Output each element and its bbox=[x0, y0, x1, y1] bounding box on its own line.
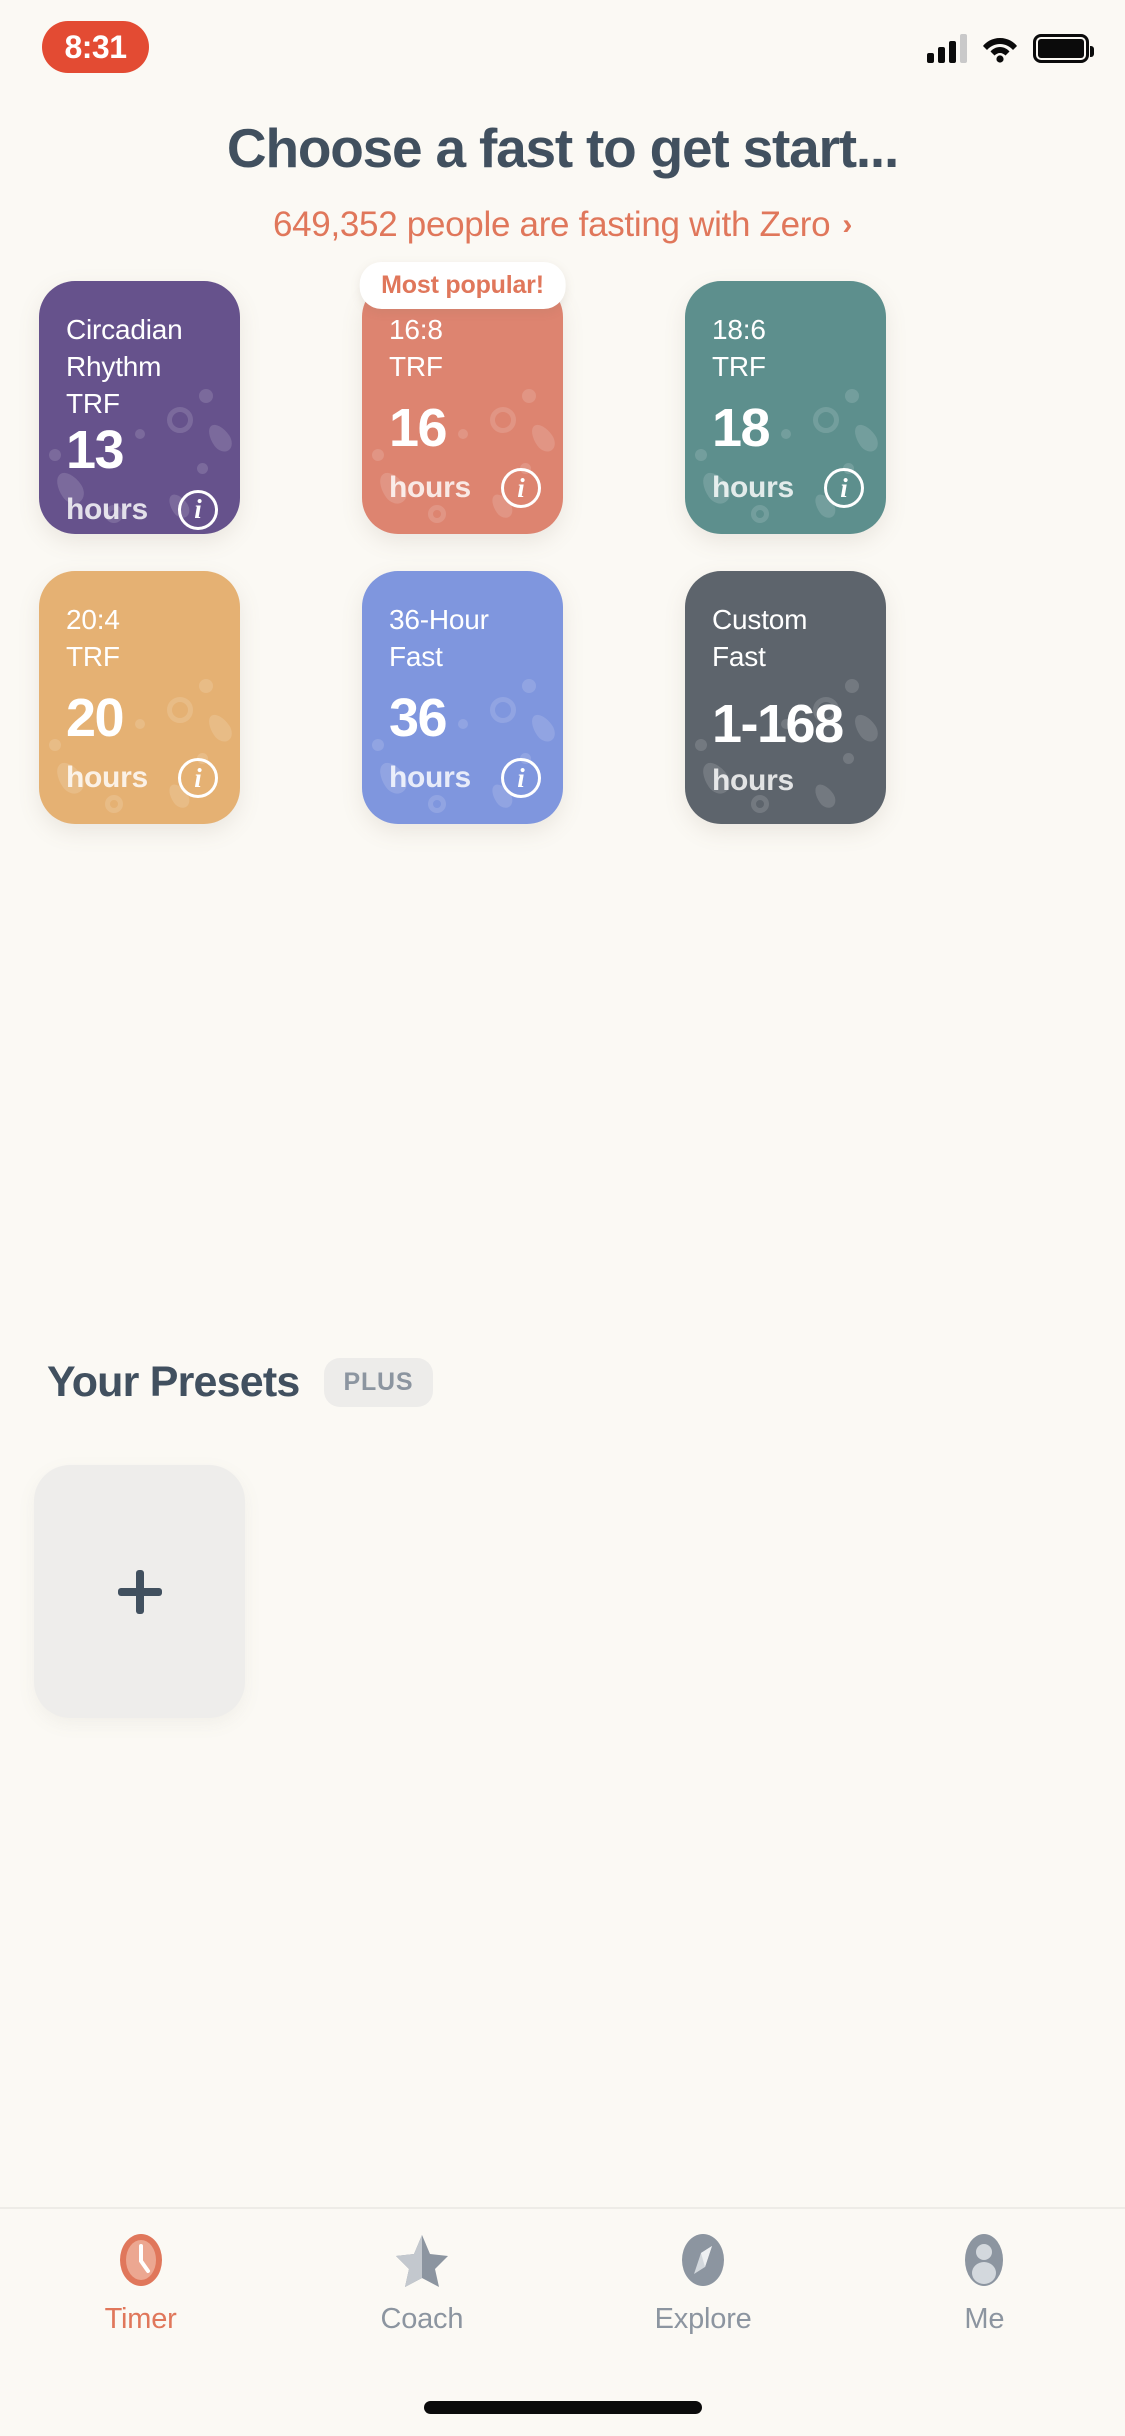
fast-card-title: Custom Fast bbox=[712, 602, 864, 676]
fast-card-title-line1: 16:8 bbox=[389, 314, 443, 345]
fast-card-title-line1: Custom bbox=[712, 604, 808, 635]
fasting-community-link[interactable]: 649,352 people are fasting with Zero › bbox=[273, 205, 852, 245]
fast-card-title-line2: TRF bbox=[389, 350, 443, 382]
fast-card-title: 20:4 TRF bbox=[66, 602, 218, 676]
info-icon[interactable]: i bbox=[501, 758, 541, 798]
person-icon bbox=[955, 2231, 1013, 2289]
fast-card-unit: hours bbox=[66, 761, 148, 794]
fast-card-title-line1: 20:4 bbox=[66, 604, 120, 635]
fast-card-title-line2: Rhythm TRF bbox=[66, 350, 162, 419]
fast-card-duration: 13 bbox=[66, 419, 125, 480]
fast-card-18-6-trf[interactable]: 18:6 TRF 18 hours i bbox=[685, 281, 886, 534]
page-header: Choose a fast to get start... 649,352 pe… bbox=[0, 118, 1125, 245]
tab-coach[interactable]: Coach bbox=[281, 2209, 562, 2369]
info-icon[interactable]: i bbox=[824, 468, 864, 508]
page-title: Choose a fast to get start... bbox=[226, 117, 899, 179]
fast-card-circadian-rhythm-trf[interactable]: Circadian Rhythm TRF 13 hours i bbox=[39, 281, 240, 534]
tab-timer-label: Timer bbox=[104, 2303, 177, 2335]
fast-card-wrapper: 18:6 TRF 18 hours i bbox=[685, 281, 886, 534]
fast-card-title: 16:8 TRF bbox=[389, 312, 541, 386]
fast-card-title-line1: 36-Hour bbox=[389, 604, 489, 635]
home-indicator bbox=[423, 2401, 702, 2414]
fast-card-duration: 16 bbox=[389, 398, 448, 458]
compass-icon bbox=[674, 2231, 732, 2289]
fast-card-title-line2: Fast bbox=[712, 640, 766, 672]
info-icon[interactable]: i bbox=[501, 468, 541, 508]
fast-card-16-8-trf[interactable]: 16:8 TRF 16 hours i bbox=[362, 281, 563, 534]
fast-card-title-line2: Fast bbox=[389, 640, 443, 672]
plus-icon bbox=[117, 1569, 162, 1614]
tab-me-label: Me bbox=[964, 2303, 1005, 2335]
fast-card-unit: hours bbox=[712, 764, 794, 797]
fast-card-20-4-trf[interactable]: 20:4 TRF 20 hours i bbox=[39, 571, 240, 824]
status-time: 8:31 bbox=[64, 28, 127, 65]
plus-badge: PLUS bbox=[323, 1358, 434, 1407]
info-icon[interactable]: i bbox=[178, 758, 218, 798]
fast-card-custom-fast[interactable]: Custom Fast 1-168 hours bbox=[685, 571, 886, 824]
fast-card-duration: 18 bbox=[712, 398, 771, 458]
fast-card-duration: 36 bbox=[389, 688, 448, 748]
presets-title: Your Presets bbox=[47, 1358, 300, 1406]
cellular-signal-icon bbox=[927, 33, 967, 63]
fast-card-36-hour-fast[interactable]: 36-Hour Fast 36 hours i bbox=[362, 571, 563, 824]
fast-card-wrapper: Custom Fast 1-168 hours bbox=[685, 571, 886, 824]
bottom-tab-bar: Timer Coach Explore Me bbox=[0, 2207, 1125, 2436]
tab-coach-label: Coach bbox=[380, 2303, 464, 2335]
fast-card-title-line2: TRF bbox=[66, 640, 120, 672]
fast-card-title: Circadian Rhythm TRF bbox=[66, 312, 218, 423]
status-bar: 8:31 bbox=[0, 0, 1125, 108]
fast-card-wrapper: Circadian Rhythm TRF 13 hours i bbox=[39, 281, 240, 534]
most-popular-badge: Most popular! bbox=[359, 262, 566, 309]
timer-icon bbox=[112, 2231, 170, 2289]
fast-card-duration: 1-168 bbox=[712, 694, 844, 754]
star-icon bbox=[393, 2231, 451, 2289]
fast-card-title: 36-Hour Fast bbox=[389, 602, 541, 676]
fast-card-duration: 20 bbox=[66, 688, 125, 748]
fast-card-unit: hours bbox=[389, 761, 471, 794]
tab-timer[interactable]: Timer bbox=[0, 2209, 281, 2369]
presets-header: Your Presets PLUS bbox=[47, 1358, 434, 1407]
tab-me[interactable]: Me bbox=[844, 2209, 1125, 2369]
fast-card-unit: hours bbox=[389, 471, 471, 504]
add-preset-button[interactable] bbox=[34, 1465, 245, 1718]
tab-explore[interactable]: Explore bbox=[563, 2209, 844, 2369]
chevron-right-icon: › bbox=[842, 207, 853, 241]
info-icon[interactable]: i bbox=[178, 489, 218, 530]
status-time-pill: 8:31 bbox=[42, 21, 149, 73]
fast-card-wrapper: Most popular! 16:8 TRF 16 hours i bbox=[359, 262, 566, 534]
wifi-icon bbox=[981, 33, 1019, 63]
fast-card-unit: hours bbox=[712, 471, 794, 504]
fast-card-title-line2: TRF bbox=[712, 350, 766, 382]
fast-card-wrapper: 36-Hour Fast 36 hours i bbox=[362, 571, 563, 824]
battery-icon bbox=[1033, 33, 1094, 63]
fast-card-grid: Circadian Rhythm TRF 13 hours i Most pop… bbox=[39, 262, 1086, 824]
fasting-community-label: 649,352 people are fasting with Zero bbox=[272, 204, 831, 244]
fast-card-wrapper: 20:4 TRF 20 hours i bbox=[39, 571, 240, 824]
status-icons bbox=[927, 26, 1094, 70]
tab-explore-label: Explore bbox=[654, 2303, 752, 2335]
fast-card-title-line1: Circadian bbox=[66, 314, 183, 345]
fast-card-unit: hours bbox=[66, 492, 148, 526]
fast-card-title: 18:6 TRF bbox=[712, 312, 864, 386]
fast-card-title-line1: 18:6 bbox=[712, 314, 766, 345]
